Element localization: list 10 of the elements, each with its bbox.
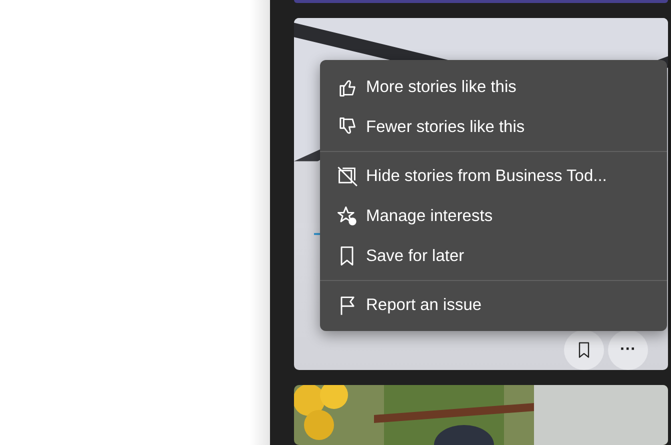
- menu-item[interactable]: Hide stories from Business Tod...: [320, 156, 667, 196]
- save-button[interactable]: [564, 330, 604, 370]
- menu-item[interactable]: Fewer stories like this: [320, 107, 667, 147]
- star-gear-icon: [336, 205, 358, 227]
- menu-item[interactable]: Manage interests: [320, 196, 667, 236]
- menu-item[interactable]: Report an issue: [320, 285, 667, 325]
- more-options-button[interactable]: ···: [608, 330, 648, 370]
- hide-icon: [336, 165, 358, 187]
- menu-item[interactable]: Save for later: [320, 236, 667, 276]
- menu-item[interactable]: More stories like this: [320, 67, 667, 107]
